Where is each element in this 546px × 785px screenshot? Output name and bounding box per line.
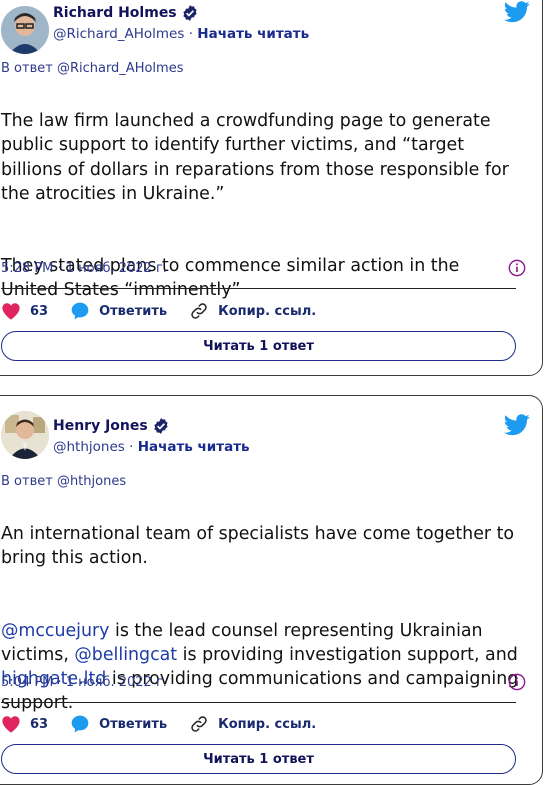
timestamp[interactable]: 5:04 PM · 1 нояб. 2022 г.	[1, 675, 167, 690]
reply-to-label[interactable]: В ответ @hthjones	[1, 474, 126, 489]
heart-icon	[2, 303, 20, 320]
twitter-bird-icon[interactable]	[504, 414, 530, 436]
like-button[interactable]: 63	[1, 302, 48, 320]
link-icon	[191, 716, 207, 732]
divider	[1, 288, 516, 289]
like-count: 63	[30, 716, 49, 732]
like-count: 63	[30, 303, 49, 319]
reply-button[interactable]: Ответить	[70, 714, 167, 734]
copy-link-label: Копир. ссыл.	[218, 716, 317, 732]
follow-button[interactable]: Начать читать	[197, 26, 309, 42]
follow-button[interactable]: Начать читать	[138, 439, 250, 455]
twitter-bird-icon[interactable]	[504, 1, 530, 23]
action-bar: 63 Ответить Копир. ссыл.	[1, 301, 338, 321]
reply-label: Ответить	[99, 303, 168, 319]
reply-bubble-icon	[71, 302, 89, 320]
author-handle[interactable]: @hthjones	[53, 439, 125, 455]
read-replies-button[interactable]: Читать 1 ответ	[1, 744, 516, 774]
copy-link-label: Копир. ссыл.	[218, 303, 317, 319]
reply-button[interactable]: Ответить	[70, 301, 167, 321]
link-icon	[191, 303, 207, 319]
reply-label: Ответить	[99, 716, 168, 732]
verified-badge-icon	[154, 418, 168, 434]
action-bar: 63 Ответить Копир. ссыл.	[1, 714, 338, 734]
tweet-text: An international team of specialists hav…	[1, 498, 521, 740]
avatar[interactable]	[1, 411, 49, 459]
tweet-card: Henry Jones @hthjones · Начать читать В …	[0, 395, 543, 785]
copy-link-button[interactable]: Копир. ссыл.	[189, 301, 316, 321]
copy-link-button[interactable]: Копир. ссыл.	[189, 714, 316, 734]
read-replies-button[interactable]: Читать 1 ответ	[1, 331, 516, 361]
info-icon[interactable]	[508, 673, 526, 691]
heart-icon	[2, 716, 20, 733]
reply-bubble-icon	[71, 715, 89, 733]
reply-to-label[interactable]: В ответ @Richard_AHolmes	[1, 61, 183, 76]
separator: ·	[124, 439, 138, 455]
author-name[interactable]: Henry Jones	[53, 418, 148, 434]
tweet-text-fragment: is providing investigation support, and	[177, 645, 518, 666]
separator: ·	[184, 26, 198, 42]
tweet-card: Richard Holmes @Richard_AHolmes · Начать…	[0, 0, 543, 376]
mention-link[interactable]: @mccuejury	[1, 621, 109, 641]
info-icon[interactable]	[508, 259, 526, 277]
author-handle[interactable]: @Richard_AHolmes	[53, 26, 184, 42]
timestamp[interactable]: 5:28 PM · 1 нояб. 2022 г.	[1, 261, 167, 276]
author-name[interactable]: Richard Holmes	[53, 5, 177, 21]
avatar[interactable]	[1, 6, 49, 54]
tweet-paragraph: An international team of specialists hav…	[1, 524, 515, 569]
tweet-paragraph: The law firm launched a crowdfunding pag…	[1, 111, 509, 204]
divider	[1, 702, 516, 703]
verified-badge-icon	[183, 5, 197, 21]
like-button[interactable]: 63	[1, 715, 48, 733]
tweet-text: The law firm launched a crowdfunding pag…	[1, 85, 521, 327]
mention-link[interactable]: @bellingcat	[74, 645, 177, 665]
